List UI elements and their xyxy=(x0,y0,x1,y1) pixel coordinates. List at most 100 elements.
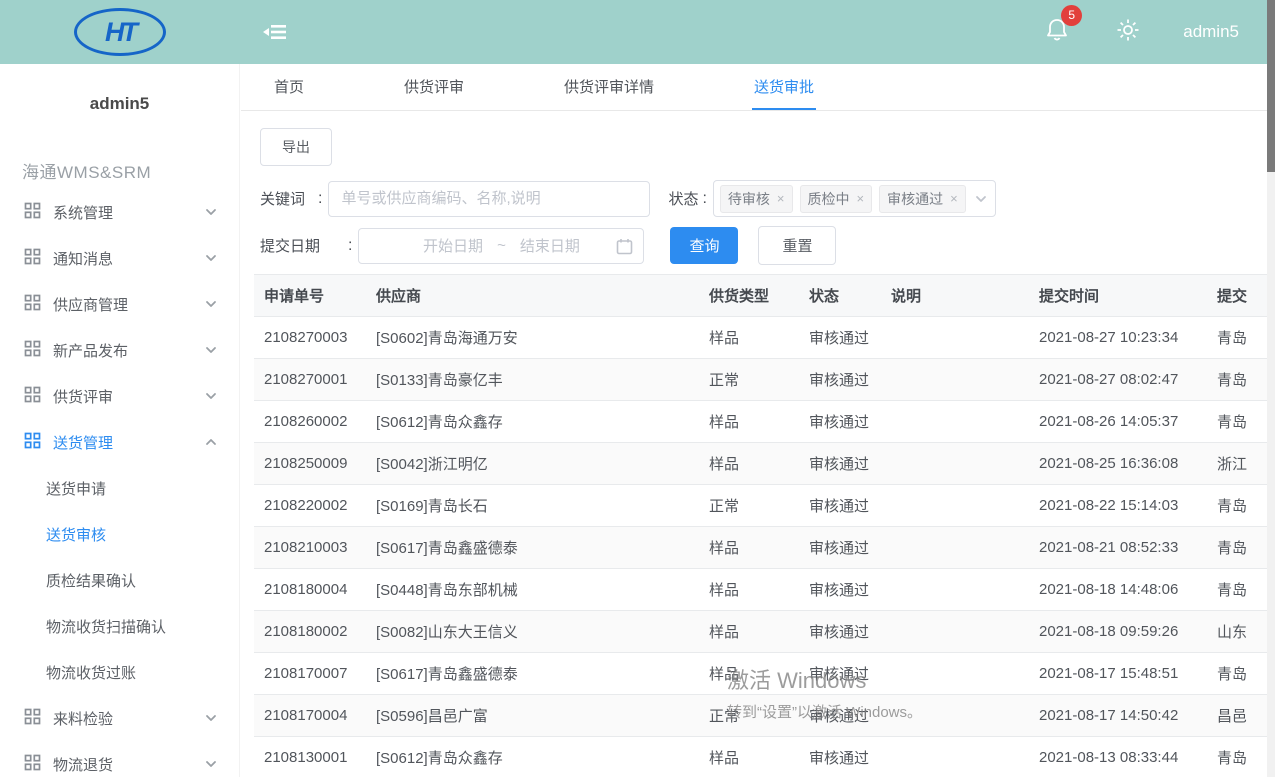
table-row[interactable]: 2108260002[S0612]青岛众鑫存样品审核通过2021-08-26 1… xyxy=(254,401,1267,443)
chevron-down-icon xyxy=(205,714,217,722)
cell-3-2: 样品 xyxy=(699,443,799,485)
date-range-input[interactable]: 开始日期 ~ 结束日期 xyxy=(358,228,644,264)
cell-6-5: 2021-08-18 14:48:06 xyxy=(1029,569,1207,611)
cell-8-1: [S0617]青岛鑫盛德泰 xyxy=(366,653,699,695)
table-row[interactable]: 2108210003[S0617]青岛鑫盛德泰样品审核通过2021-08-21 … xyxy=(254,527,1267,569)
sidebar-item-0[interactable]: 系统管理 xyxy=(0,189,239,235)
cell-4-5: 2021-08-22 15:14:03 xyxy=(1029,485,1207,527)
cell-3-1: [S0042]浙江明亿 xyxy=(366,443,699,485)
cell-2-0: 2108260002 xyxy=(254,401,366,443)
vertical-scrollbar-track[interactable] xyxy=(1267,0,1275,777)
cell-10-1: [S0612]青岛众鑫存 xyxy=(366,737,699,777)
sidebar-subitem-5-0[interactable]: 送货申请 xyxy=(0,465,239,511)
table-header-row: 申请单号供应商供货类型状态说明提交时间提交 xyxy=(254,275,1267,317)
sidebar-item-2[interactable]: 供应商管理 xyxy=(0,281,239,327)
sidebar-subitem-5-3[interactable]: 物流收货扫描确认 xyxy=(0,603,239,649)
table-row[interactable]: 2108270003[S0602]青岛海通万安样品审核通过2021-08-27 … xyxy=(254,317,1267,359)
sidebar-item-label: 物流退货 xyxy=(53,754,113,775)
vertical-scrollbar-thumb[interactable] xyxy=(1267,0,1275,172)
main-content: 首页供货评审供货评审详情送货审批 导出 关键词 : 状态 : 待审核×质检中×审… xyxy=(241,64,1267,777)
chevron-down-icon xyxy=(975,195,987,203)
sidebar-item-1[interactable]: 通知消息 xyxy=(0,235,239,281)
table-row[interactable]: 2108220002[S0169]青岛长石正常审核通过2021-08-22 15… xyxy=(254,485,1267,527)
sidebar-app-title: 海通WMS&SRM xyxy=(22,158,239,183)
cell-3-3: 审核通过 xyxy=(799,443,881,485)
cell-7-0: 2108180002 xyxy=(254,611,366,653)
chevron-down-icon xyxy=(205,760,217,768)
notifications-button[interactable]: 5 xyxy=(1045,17,1069,48)
cell-10-2: 样品 xyxy=(699,737,799,777)
sidebar-item-label: 供货评审 xyxy=(53,386,113,407)
cell-1-0: 2108270001 xyxy=(254,359,366,401)
grid-icon xyxy=(24,432,41,453)
cell-5-5: 2021-08-21 08:52:33 xyxy=(1029,527,1207,569)
column-header-4: 说明 xyxy=(881,275,1029,317)
cell-8-2: 样品 xyxy=(699,653,799,695)
tab-2[interactable]: 供货评审详情 xyxy=(562,64,656,110)
tag-close-icon[interactable]: × xyxy=(777,191,785,206)
table-row[interactable]: 2108130001[S0612]青岛众鑫存样品审核通过2021-08-13 0… xyxy=(254,737,1267,777)
tab-0[interactable]: 首页 xyxy=(272,64,306,110)
table-row[interactable]: 2108270001[S0133]青岛豪亿丰正常审核通过2021-08-27 0… xyxy=(254,359,1267,401)
cell-2-4 xyxy=(881,401,1029,443)
cell-6-3: 审核通过 xyxy=(799,569,881,611)
settings-button[interactable] xyxy=(1115,17,1141,48)
sidebar-collapse-icon[interactable] xyxy=(262,21,288,43)
sidebar-item-7[interactable]: 物流退货 xyxy=(0,741,239,777)
sidebar-item-4[interactable]: 供货评审 xyxy=(0,373,239,419)
sidebar-subitem-label: 物流收货过账 xyxy=(46,662,136,683)
results-table-wrap: 申请单号供应商供货类型状态说明提交时间提交 2108270003[S0602]青… xyxy=(254,274,1267,777)
calendar-icon xyxy=(616,238,633,259)
sidebar-subitem-label: 送货审核 xyxy=(46,524,106,545)
sidebar-item-5[interactable]: 送货管理 xyxy=(0,419,239,465)
sidebar-subitem-5-4[interactable]: 物流收货过账 xyxy=(0,649,239,695)
cell-6-4 xyxy=(881,569,1029,611)
tag-close-icon[interactable]: × xyxy=(950,191,958,206)
export-button[interactable]: 导出 xyxy=(260,128,332,166)
grid-icon xyxy=(24,708,41,729)
filter-panel: 关键词 : 状态 : 待审核×质检中×审核通过× 提交日期 : 开始日期 ~ 结… xyxy=(241,166,1267,265)
search-button[interactable]: 查询 xyxy=(670,227,738,264)
tab-3[interactable]: 送货审批 xyxy=(752,64,816,110)
status-multiselect[interactable]: 待审核×质检中×审核通过× xyxy=(713,180,996,217)
cell-6-0: 2108180004 xyxy=(254,569,366,611)
sidebar-item-6[interactable]: 来料检验 xyxy=(0,695,239,741)
sidebar-subitem-5-1[interactable]: 送货审核 xyxy=(0,511,239,557)
cell-4-4 xyxy=(881,485,1029,527)
chevron-up-icon xyxy=(205,438,217,446)
current-user[interactable]: admin5 xyxy=(1183,22,1239,42)
tab-1[interactable]: 供货评审 xyxy=(402,64,466,110)
cell-3-4 xyxy=(881,443,1029,485)
bell-icon xyxy=(1045,30,1069,47)
logo-text: HT xyxy=(105,17,135,48)
cell-2-5: 2021-08-26 14:05:37 xyxy=(1029,401,1207,443)
cell-5-0: 2108210003 xyxy=(254,527,366,569)
table-row[interactable]: 2108180002[S0082]山东大王信义样品审核通过2021-08-18 … xyxy=(254,611,1267,653)
sidebar-item-label: 送货管理 xyxy=(53,432,113,453)
chevron-down-icon xyxy=(205,208,217,216)
cell-4-0: 2108220002 xyxy=(254,485,366,527)
tag-close-icon[interactable]: × xyxy=(857,191,865,206)
sidebar-menu: 系统管理通知消息供应商管理新产品发布供货评审送货管理送货申请送货审核质检结果确认… xyxy=(0,189,239,777)
cell-1-6: 青岛 xyxy=(1207,359,1267,401)
sidebar-subitem-5-2[interactable]: 质检结果确认 xyxy=(0,557,239,603)
reset-button[interactable]: 重置 xyxy=(758,226,836,265)
table-row[interactable]: 2108170004[S0596]昌邑广富正常审核通过2021-08-17 14… xyxy=(254,695,1267,737)
sidebar: admin5 海通WMS&SRM 系统管理通知消息供应商管理新产品发布供货评审送… xyxy=(0,64,240,777)
sidebar-item-3[interactable]: 新产品发布 xyxy=(0,327,239,373)
table-row[interactable]: 2108180004[S0448]青岛东部机械样品审核通过2021-08-18 … xyxy=(254,569,1267,611)
cell-9-4 xyxy=(881,695,1029,737)
table-row[interactable]: 2108170007[S0617]青岛鑫盛德泰样品审核通过2021-08-17 … xyxy=(254,653,1267,695)
cell-7-5: 2021-08-18 09:59:26 xyxy=(1029,611,1207,653)
cell-0-6: 青岛 xyxy=(1207,317,1267,359)
sidebar-subitem-label: 物流收货扫描确认 xyxy=(46,616,166,637)
logo[interactable]: HT xyxy=(0,8,240,56)
cell-8-0: 2108170007 xyxy=(254,653,366,695)
cell-1-1: [S0133]青岛豪亿丰 xyxy=(366,359,699,401)
keyword-input[interactable] xyxy=(328,181,650,217)
toolbar: 导出 xyxy=(241,111,1267,166)
cell-2-2: 样品 xyxy=(699,401,799,443)
table-row[interactable]: 2108250009[S0042]浙江明亿样品审核通过2021-08-25 16… xyxy=(254,443,1267,485)
status-tag-label: 质检中 xyxy=(808,189,850,209)
cell-10-0: 2108130001 xyxy=(254,737,366,777)
